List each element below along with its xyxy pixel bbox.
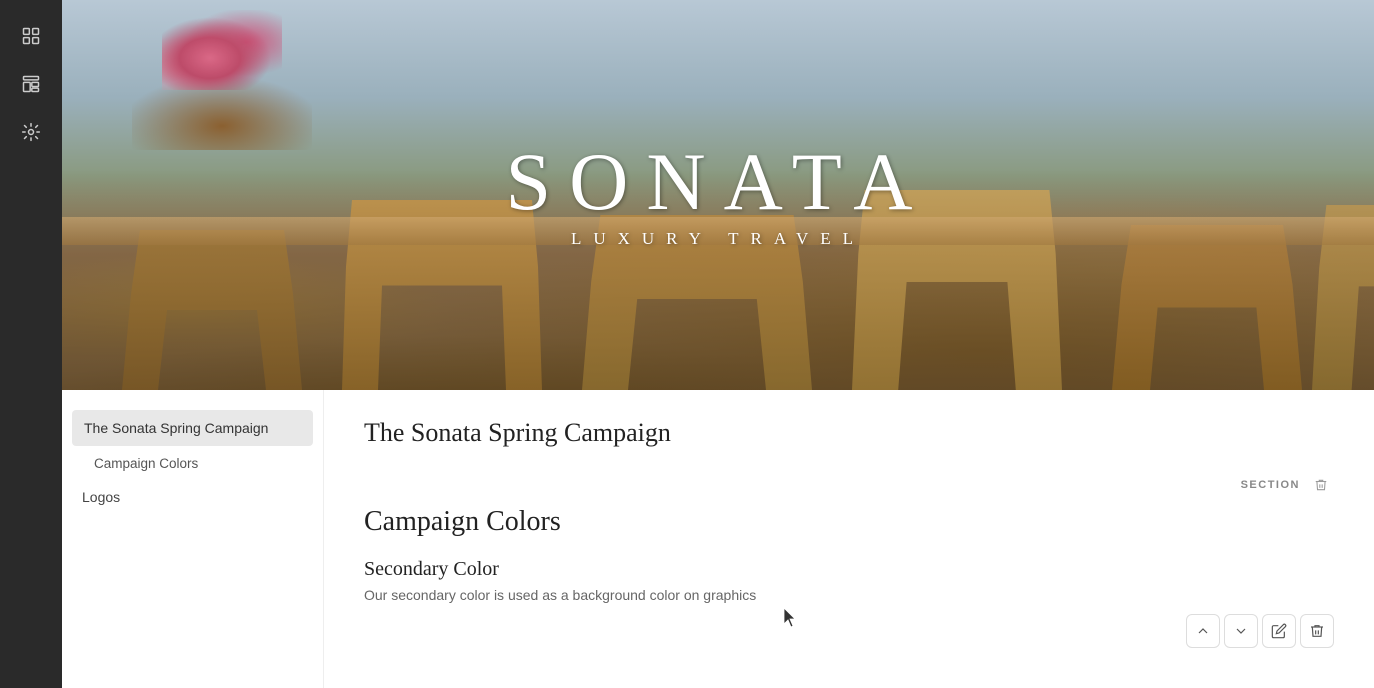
delete-button[interactable]: [1300, 614, 1334, 648]
secondary-color-title: Secondary Color: [364, 558, 1334, 581]
nav-item-campaign-colors[interactable]: Campaign Colors: [62, 446, 323, 481]
edit-button[interactable]: [1262, 614, 1296, 648]
content-area: The Sonata Spring Campaign Campaign Colo…: [62, 390, 1374, 688]
sidebar: [0, 0, 62, 688]
nav-item-logos[interactable]: Logos: [62, 481, 323, 513]
logo-brand-name: SONATA: [506, 141, 931, 223]
settings-icon[interactable]: [11, 112, 51, 152]
logo-tagline: LUXURY TRAVEL: [506, 229, 931, 249]
hero-logo: SONATA LUXURY TRAVEL: [506, 141, 931, 249]
item-actions: [1186, 614, 1334, 648]
template-icon[interactable]: [11, 64, 51, 104]
hero-banner: SONATA LUXURY TRAVEL: [62, 0, 1374, 390]
section-label: SECTION: [1241, 479, 1300, 491]
secondary-color-desc: Our secondary color is used as a backgro…: [364, 587, 1334, 603]
section-title: Campaign Colors: [364, 506, 1334, 538]
secondary-color-section: Secondary Color Our secondary color is u…: [364, 558, 1334, 603]
main-content: SONATA LUXURY TRAVEL The Sonata Spring C…: [62, 0, 1374, 688]
content-main: The Sonata Spring Campaign SECTION Campa…: [324, 390, 1374, 688]
page-title: The Sonata Spring Campaign: [364, 418, 1334, 448]
section-header: SECTION: [364, 472, 1334, 498]
nav-panel: The Sonata Spring Campaign Campaign Colo…: [62, 390, 324, 688]
move-down-button[interactable]: [1224, 614, 1258, 648]
move-up-button[interactable]: [1186, 614, 1220, 648]
grid-icon[interactable]: [11, 16, 51, 56]
section-delete-button[interactable]: [1308, 472, 1334, 498]
nav-item-main-title[interactable]: The Sonata Spring Campaign: [72, 410, 313, 446]
cursor: [784, 608, 798, 628]
